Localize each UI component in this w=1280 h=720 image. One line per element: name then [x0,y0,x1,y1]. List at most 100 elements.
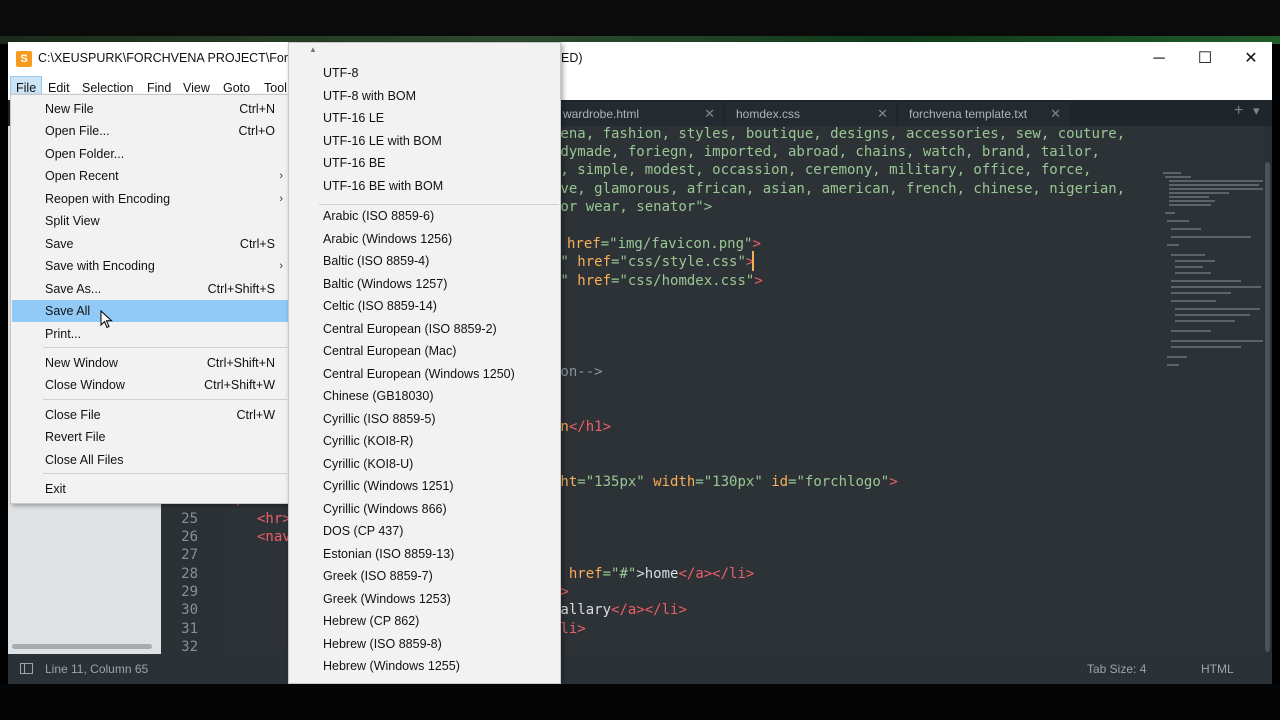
mouse-pointer-icon [100,310,113,329]
encoding-item[interactable]: Cyrillic (KOI8-R) [323,434,413,448]
encoding-item[interactable]: Estonian (ISO 8859-13) [323,547,454,561]
menu-item-new-window[interactable]: New Window Ctrl+Shift+N [12,352,289,374]
code-line: s" href="css/homdex.css"> [552,273,763,289]
code-line: gallary</a></li> [552,602,687,618]
menu-item-close-all-files[interactable]: Close All Files [12,449,289,471]
encoding-item[interactable]: Hebrew (CP 862) [323,614,419,628]
menu-item-save-with-encoding[interactable]: Save with Encoding › [12,255,289,277]
code-line: ive, glamorous, african, asian, american… [552,181,1126,197]
menu-item-print[interactable]: Print... [12,323,289,345]
chevron-right-icon: › [279,170,283,182]
encoding-item[interactable]: DOS (CP 437) [323,524,403,538]
scroll-up-icon[interactable]: ▲ [309,45,317,54]
window-title: C:\XEUSPURK\FORCHVENA PROJECT\Forchve [38,51,315,65]
line-number: 32 [181,639,198,655]
menu-item-close-window[interactable]: Close Window Ctrl+Shift+W [12,374,289,396]
encoding-item[interactable]: Cyrillic (Windows 866) [323,502,447,516]
encoding-item[interactable]: Arabic (Windows 1256) [323,232,452,246]
tab-homdex-css[interactable]: homdex.css ✕ [726,102,896,126]
syntax-mode[interactable]: HTML [1201,662,1234,676]
encoding-submenu: ▲ UTF-8 UTF-8 with BOM UTF-16 LE UTF-16 LE … [288,42,561,684]
menu-item-open-file[interactable]: Open File... Ctrl+O [12,120,289,142]
encoding-item[interactable]: UTF-16 LE with BOM [323,134,442,148]
menu-item-close-file[interactable]: Close File Ctrl+W [12,404,289,426]
menu-item-exit[interactable]: Exit [12,478,289,500]
menu-separator [43,347,287,348]
encoding-item[interactable]: Baltic (Windows 1257) [323,277,447,291]
add-tab-icon[interactable]: + [1234,102,1243,120]
minimize-button[interactable]: ─ [1136,42,1182,76]
menu-item-save[interactable]: Save Ctrl+S [12,233,289,255]
menu-item-open-folder[interactable]: Open Folder... [12,143,289,165]
line-number: 31 [181,621,198,637]
menu-item-reopen-encoding[interactable]: Reopen with Encoding › [12,188,289,210]
encoding-item[interactable]: Greek (Windows 1253) [323,592,451,606]
file-menu: New File Ctrl+N Open File... Ctrl+O Open F… [10,94,291,504]
encoding-item[interactable]: Central European (ISO 8859-2) [323,322,497,336]
line-number: 27 [181,547,198,563]
tab-list-icon[interactable]: ▾ [1253,103,1260,119]
encoding-item[interactable]: Greek (ISO 8859-7) [323,569,433,583]
encoding-item[interactable]: Cyrillic (ISO 8859-5) [323,412,436,426]
encoding-item[interactable]: UTF-16 BE [323,156,386,170]
encoding-item[interactable]: Baltic (ISO 8859-4) [323,254,429,268]
scrollbar-thumb[interactable] [1265,162,1270,652]
menu-item-new-file[interactable]: New File Ctrl+N [12,98,289,120]
chevron-right-icon: › [279,193,283,205]
line-number: 30 [181,602,198,618]
code-line: href="img/favicon.png"> [567,236,761,252]
encoding-item[interactable]: Central European (Windows 1250) [323,367,515,381]
encoding-item[interactable]: UTF-16 BE with BOM [323,179,443,193]
encoding-item[interactable]: Chinese (GB18030) [323,389,433,403]
window-title-suffix: ED) [561,51,583,65]
maximize-button[interactable]: ☐ [1182,42,1228,76]
desktop-bottom-area [0,684,1280,720]
tab-wardrobe-html[interactable]: wardrobe.html ✕ [553,102,723,126]
close-button[interactable]: ✕ [1228,42,1272,76]
encoding-item[interactable]: Celtic (ISO 8859-14) [323,299,437,313]
encoding-item[interactable]: Hebrew (Windows 1255) [323,659,460,673]
code-line: <hr> [257,511,291,527]
encoding-item[interactable]: Cyrillic (Windows 1251) [323,479,454,493]
line-number: 28 [181,566,198,582]
menu-item-save-all[interactable]: Save All [12,300,289,322]
tab-size[interactable]: Tab Size: 4 [1087,662,1146,676]
menu-separator [319,204,559,205]
status-bar: Line 11, Column 65 Tab Size: 4 HTML [8,654,1272,684]
code-line: s" href="css/style.css"> [552,254,755,270]
title-bar[interactable]: S C:\XEUSPURK\FORCHVENA PROJECT\Forchve … [8,42,1272,76]
encoding-item[interactable]: Arabic (ISO 8859-6) [323,209,434,223]
code-line: vena, fashion, styles, boutique, designs… [552,126,1126,142]
menu-item-save-as[interactable]: Save As... Ctrl+Shift+S [12,278,289,300]
panel-toggle-icon[interactable] [20,663,33,674]
close-icon[interactable]: ✕ [877,102,888,126]
text-cursor [752,251,754,271]
code-line: ght="135px" width="130px" id="forchlogo"… [552,474,898,490]
tab-label: wardrobe.html [563,107,640,121]
code-line: <nav [257,529,291,545]
tab-label: forchvena template.txt [909,107,1028,121]
close-icon[interactable]: ✕ [1050,102,1061,126]
minimap[interactable] [1153,126,1266,654]
line-number: 25 [181,511,198,527]
sublime-text-icon: S [16,51,32,67]
menu-item-revert-file[interactable]: Revert File [12,426,289,448]
menu-item-open-recent[interactable]: Open Recent › [12,165,289,187]
tab-forchvena-template[interactable]: forchvena template.txt ✕ [899,102,1069,126]
encoding-item[interactable]: UTF-16 LE [323,111,384,125]
tab-label: homdex.css [736,107,801,121]
encoding-item[interactable]: UTF-8 [323,66,358,80]
cursor-position: Line 11, Column 65 [45,662,149,676]
line-number: 26 [181,529,198,545]
sidebar-scrollbar[interactable] [12,644,152,649]
code-line: tor wear, senator"> [552,199,713,215]
encoding-item[interactable]: Cyrillic (KOI8-U) [323,457,413,471]
encoding-item[interactable]: Hebrew (ISO 8859-8) [323,637,442,651]
close-icon[interactable]: ✕ [704,102,715,126]
encoding-item[interactable]: UTF-8 with BOM [323,89,416,103]
line-number: 29 [181,584,198,600]
code-line: " href="#">home</a></li> [552,566,755,582]
menu-item-split-view[interactable]: Split View [12,210,289,232]
encoding-item[interactable]: Central European (Mac) [323,344,456,358]
menu-separator [43,399,287,400]
